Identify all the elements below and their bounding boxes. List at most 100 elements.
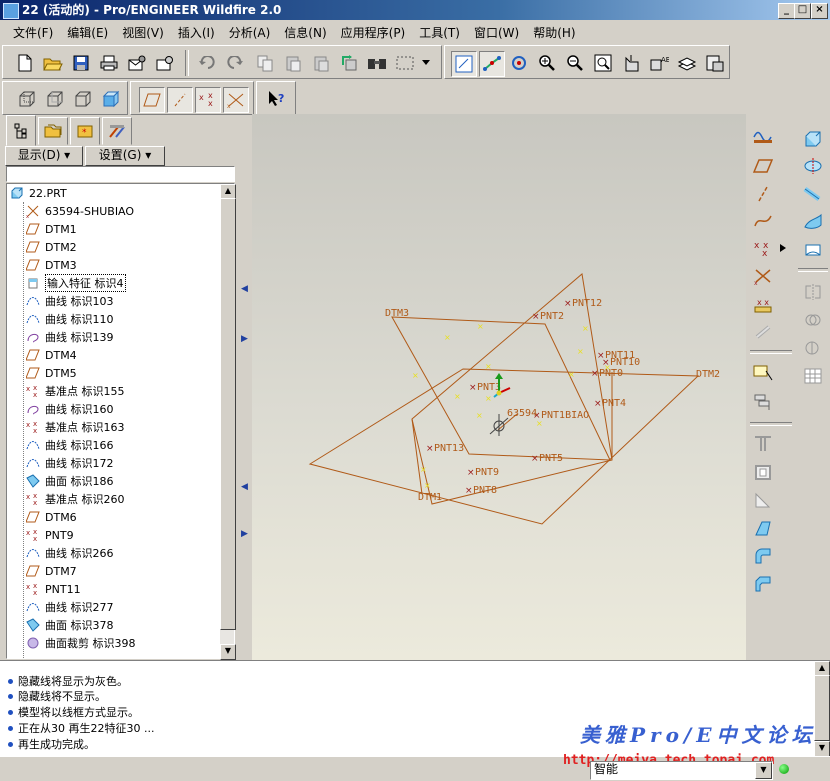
- msg-scroll-thumb[interactable]: [814, 675, 830, 741]
- collapse-left-icon[interactable]: ◀: [241, 284, 248, 294]
- scroll-down-icon[interactable]: ▼: [220, 644, 236, 660]
- regenerate-icon[interactable]: [337, 51, 361, 75]
- zoom-out-icon[interactable]: [563, 51, 587, 75]
- copy-icon[interactable]: [253, 51, 277, 75]
- hidden-line-icon[interactable]: [43, 87, 67, 111]
- tree-item[interactable]: x x x 基准点 标识260: [25, 490, 125, 508]
- sweep-feature-icon[interactable]: [800, 182, 826, 206]
- tree-item[interactable]: 曲线 标识139: [25, 328, 114, 346]
- tree-item[interactable]: x x x 基准点 标识163: [25, 418, 125, 436]
- tree-item[interactable]: DTM6: [25, 508, 77, 526]
- tree-item[interactable]: 曲面 标识378: [25, 616, 114, 634]
- extrude-tool-icon[interactable]: [750, 390, 776, 414]
- tree-item[interactable]: x x x PNT9: [25, 526, 74, 544]
- repaint-icon[interactable]: [451, 51, 477, 77]
- menu-view[interactable]: 视图(V): [115, 24, 171, 41]
- trim-tool-icon[interactable]: [800, 336, 826, 360]
- datum-curve-tool-icon[interactable]: [750, 208, 776, 232]
- tree-item[interactable]: 曲面 标识186: [25, 472, 114, 490]
- menu-insert[interactable]: 插入(I): [171, 24, 222, 41]
- revolve-feature-icon[interactable]: [800, 154, 826, 178]
- tree-item[interactable]: DTM1: [25, 220, 77, 238]
- tree-item[interactable]: 曲线 标识266: [25, 544, 114, 562]
- vertex-marker[interactable]: ×: [568, 370, 575, 379]
- tree-scrollbar[interactable]: ▲ ▼: [220, 184, 236, 660]
- menu-info[interactable]: 信息(N): [277, 24, 333, 41]
- csys-y-arrow[interactable]: [495, 373, 503, 379]
- datum-point-marker[interactable]: ×: [591, 369, 599, 379]
- msg-scroll-down-icon[interactable]: ▼: [814, 741, 830, 757]
- round-tool-icon[interactable]: [750, 544, 776, 568]
- model-tree-tab[interactable]: [6, 115, 36, 146]
- tree-item[interactable]: 曲线 标识103: [25, 292, 114, 310]
- menu-help[interactable]: 帮助(H): [526, 24, 582, 41]
- rib-tool-icon[interactable]: [750, 488, 776, 512]
- panel-splitter[interactable]: ◀ ▶ ◀ ▶: [238, 114, 252, 660]
- expand-right-icon[interactable]: ▶: [241, 334, 248, 344]
- menu-tools[interactable]: 工具(T): [412, 24, 467, 41]
- redo-icon[interactable]: [223, 51, 247, 75]
- shell-tool-icon[interactable]: [750, 460, 776, 484]
- view-manager-icon[interactable]: [703, 51, 727, 75]
- tree-item[interactable]: x x x 基准点 标识155: [25, 382, 125, 400]
- tree-item[interactable]: 曲线 标识172: [25, 454, 114, 472]
- datum-axis-tool-icon[interactable]: [750, 182, 776, 206]
- selection-filter[interactable]: 智能 ▼: [590, 761, 773, 780]
- datum-point-label[interactable]: PNT5: [539, 453, 563, 464]
- datum-point-label[interactable]: PNT2: [540, 311, 564, 322]
- reorient-icon[interactable]: [619, 51, 643, 75]
- message-scrollbar[interactable]: ▲ ▼: [814, 661, 830, 757]
- vertex-marker[interactable]: ×: [582, 324, 589, 333]
- tree-item[interactable]: DTM7: [25, 562, 77, 580]
- wireframe-icon[interactable]: [15, 87, 39, 111]
- email-icon[interactable]: [125, 51, 149, 75]
- datum-point-label[interactable]: PNT0: [599, 368, 623, 379]
- spin-center-icon[interactable]: [479, 51, 505, 77]
- menu-analysis[interactable]: 分析(A): [222, 24, 278, 41]
- point-display-icon[interactable]: xxx: [195, 87, 221, 113]
- datum-point-label[interactable]: PNT4: [602, 398, 626, 409]
- chevron-down-icon[interactable]: [419, 51, 433, 75]
- paste-special-icon[interactable]: [309, 51, 333, 75]
- merge-tool-icon[interactable]: [800, 308, 826, 332]
- vertex-marker[interactable]: ×: [420, 465, 427, 474]
- sketch-tool-icon[interactable]: [750, 124, 776, 148]
- refit-icon[interactable]: [591, 51, 615, 75]
- axis-display-icon[interactable]: [167, 87, 193, 113]
- datum-point-label[interactable]: PNT13: [434, 443, 464, 454]
- datum-point-label[interactable]: PNT9: [475, 467, 499, 478]
- tree-root[interactable]: 22.PRT: [9, 184, 67, 202]
- find-icon[interactable]: [365, 51, 389, 75]
- datum-point-marker[interactable]: ×: [465, 486, 473, 496]
- datum-point-label[interactable]: PNT10: [610, 357, 640, 368]
- boundary-blend-icon[interactable]: [800, 238, 826, 262]
- vertex-marker[interactable]: ×: [477, 322, 484, 331]
- favorites-tab[interactable]: *: [70, 117, 100, 145]
- tree-item[interactable]: DTM5: [25, 364, 77, 382]
- tree-item[interactable]: DTM2: [25, 238, 77, 256]
- saved-views-icon[interactable]: AB: [647, 51, 671, 75]
- orient-mode-icon[interactable]: [507, 51, 531, 75]
- tree-item[interactable]: 曲线 标识166: [25, 436, 114, 454]
- chamfer-tool-icon[interactable]: [750, 572, 776, 596]
- menu-file[interactable]: 文件(F): [6, 24, 60, 41]
- graphics-window[interactable]: DTM3 DTM2 DTM1 × × × × × × × × × × × × × × × PNT12 × PNT2 × PN…: [252, 114, 746, 660]
- connections-tab[interactable]: [102, 117, 132, 145]
- shading-icon[interactable]: [99, 87, 123, 111]
- datum-point-marker[interactable]: ×: [467, 468, 475, 478]
- model-view[interactable]: DTM3DTM2DTM1××××××××××××××× PNT12× PNT2× PN…: [252, 114, 746, 660]
- datum-point-marker[interactable]: ×: [531, 454, 539, 464]
- vertex-marker[interactable]: ×: [424, 481, 431, 490]
- chevron-down-icon[interactable]: ▼: [755, 762, 772, 779]
- plane-display-icon[interactable]: [139, 87, 165, 113]
- tree-item[interactable]: x x x PNT11: [25, 580, 81, 598]
- save-icon[interactable]: [69, 51, 93, 75]
- plane-label[interactable]: DTM3: [385, 308, 409, 319]
- vertex-marker[interactable]: ×: [485, 362, 492, 371]
- datum-plane-tool-icon[interactable]: [750, 154, 776, 178]
- vertex-marker[interactable]: ×: [412, 371, 419, 380]
- tree-item[interactable]: 曲线 标识160: [25, 400, 114, 418]
- datum-point-marker[interactable]: ×: [602, 358, 610, 368]
- vertex-marker[interactable]: ×: [485, 394, 492, 403]
- collapse-left-icon-2[interactable]: ◀: [241, 482, 248, 492]
